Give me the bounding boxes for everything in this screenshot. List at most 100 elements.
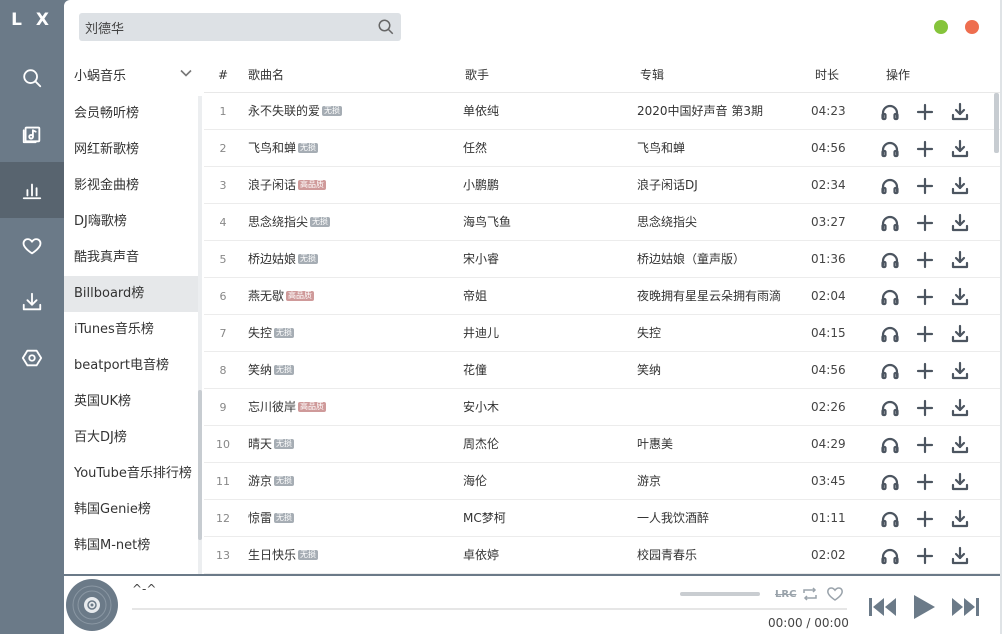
download-button[interactable]: [950, 176, 970, 196]
download-button[interactable]: [950, 287, 970, 307]
add-to-list-button[interactable]: [915, 361, 935, 381]
like-button[interactable]: [826, 586, 844, 602]
previous-button[interactable]: [868, 594, 898, 620]
board-item[interactable]: 英国UK榜: [64, 384, 198, 420]
listen-button[interactable]: [880, 509, 900, 529]
song-row[interactable]: 2 飞鸟和蝉 无损 任然 飞鸟和蝉 04:56: [204, 130, 1000, 167]
add-to-list-button[interactable]: [915, 546, 935, 566]
download-button[interactable]: [950, 361, 970, 381]
listen-button[interactable]: [880, 546, 900, 566]
plus-icon: [916, 510, 934, 528]
song-row[interactable]: 6 燕无歇 高品质 帝姐 夜晚拥有星星云朵拥有雨滴 02:04: [204, 278, 1000, 315]
download-button[interactable]: [950, 324, 970, 344]
next-button[interactable]: [950, 594, 980, 620]
loop-mode-button[interactable]: [801, 586, 819, 602]
song-row[interactable]: 8 笑纳 无损 花僮 笑纳 04:56: [204, 352, 1000, 389]
minimize-button[interactable]: [934, 20, 948, 34]
listen-button[interactable]: [880, 176, 900, 196]
listen-button[interactable]: [880, 435, 900, 455]
table-scrollbar[interactable]: [994, 93, 999, 574]
song-row[interactable]: 9 忘川彼岸 高品质 安小木 02:26: [204, 389, 1000, 426]
board-item[interactable]: iTunes音乐榜: [64, 312, 198, 348]
listen-button[interactable]: [880, 250, 900, 270]
add-to-list-button[interactable]: [915, 435, 935, 455]
download-button[interactable]: [950, 139, 970, 159]
download-button[interactable]: [950, 398, 970, 418]
download-button[interactable]: [950, 509, 970, 529]
board-item[interactable]: 韩国M-net榜: [64, 528, 198, 564]
listen-button[interactable]: [880, 324, 900, 344]
listen-button[interactable]: [880, 139, 900, 159]
listen-button[interactable]: [880, 287, 900, 307]
listen-button[interactable]: [880, 102, 900, 122]
board-item[interactable]: 酷我真声音: [64, 240, 198, 276]
add-to-list-button[interactable]: [915, 287, 935, 307]
board-item[interactable]: 网红新歌榜: [64, 132, 198, 168]
progress-bar[interactable]: [132, 608, 847, 610]
board-scrollbar[interactable]: [198, 96, 202, 574]
add-to-list-button[interactable]: [915, 509, 935, 529]
board-item[interactable]: 韩国Genie榜: [64, 492, 198, 528]
board-item[interactable]: 影视金曲榜: [64, 168, 198, 204]
add-to-list-button[interactable]: [915, 472, 935, 492]
board-scrollbar-thumb[interactable]: [198, 390, 202, 540]
play-button[interactable]: [911, 594, 937, 620]
song-row[interactable]: 7 失控 无损 井迪儿 失控 04:15: [204, 315, 1000, 352]
listen-button[interactable]: [880, 361, 900, 381]
board-item[interactable]: beatport电音榜: [64, 348, 198, 384]
song-row[interactable]: 3 浪子闲话 高品质 小鹏鹏 浪子闲话DJ 02:34: [204, 167, 1000, 204]
nav-favorite[interactable]: [0, 218, 64, 274]
add-to-list-button[interactable]: [915, 102, 935, 122]
nav-download[interactable]: [0, 274, 64, 330]
table-scrollbar-thumb[interactable]: [994, 93, 999, 153]
add-to-list-button[interactable]: [915, 324, 935, 344]
headphones-icon: [881, 326, 899, 343]
nav-search[interactable]: [0, 50, 64, 106]
song-singer: 周杰伦: [463, 437, 500, 451]
download-button[interactable]: [950, 472, 970, 492]
add-to-list-button[interactable]: [915, 213, 935, 233]
song-row[interactable]: 11 游京 无损 海伦 游京 03:45: [204, 463, 1000, 500]
add-to-list-button[interactable]: [915, 139, 935, 159]
listen-button[interactable]: [880, 398, 900, 418]
song-row[interactable]: 4 思念绕指尖 无损 海鸟飞鱼 思念绕指尖 03:27: [204, 204, 1000, 241]
download-icon: [22, 292, 42, 311]
board-item[interactable]: 百大DJ榜: [64, 420, 198, 456]
song-album: 夜晚拥有星星云朵拥有雨滴: [637, 289, 782, 303]
song-row[interactable]: 12 惊雷 无损 MC梦柯 一人我饮酒醉 01:11: [204, 500, 1000, 537]
plus-icon: [916, 177, 934, 195]
song-number: 10: [216, 438, 230, 451]
song-row[interactable]: 1 永不失联的爱 无损 单依纯 2020中国好声音 第3期 04:23: [204, 93, 1000, 130]
add-to-list-button[interactable]: [915, 176, 935, 196]
song-number: 7: [219, 327, 227, 340]
add-to-list-button[interactable]: [915, 250, 935, 270]
add-to-list-button[interactable]: [915, 398, 935, 418]
download-button[interactable]: [950, 435, 970, 455]
song-album: [637, 389, 787, 426]
song-row[interactable]: 13 生日快乐 无损 卓依婷 校园青春乐 02:02: [204, 537, 1000, 574]
search-input[interactable]: [85, 13, 365, 41]
board-item[interactable]: YouTube音乐排行榜: [64, 456, 198, 492]
board-item[interactable]: Billboard榜: [64, 276, 198, 312]
listen-button[interactable]: [880, 472, 900, 492]
headphones-icon: [881, 141, 899, 158]
song-row[interactable]: 5 桥边姑娘 无损 宋小睿 桥边姑娘（童声版） 01:36: [204, 241, 1000, 278]
volume-slider[interactable]: [680, 592, 760, 596]
song-singer: 海伦: [463, 474, 488, 488]
close-button[interactable]: [965, 20, 979, 34]
listen-button[interactable]: [880, 213, 900, 233]
board-item[interactable]: DJ嗨歌榜: [64, 204, 198, 240]
source-dropdown[interactable]: 小蜗音乐: [64, 58, 204, 92]
download-button[interactable]: [950, 213, 970, 233]
song-row[interactable]: 10 晴天 无损 周杰伦 叶惠美 04:29: [204, 426, 1000, 463]
search-button[interactable]: [377, 18, 395, 36]
nav-leaderboard[interactable]: [0, 162, 64, 218]
download-button[interactable]: [950, 546, 970, 566]
download-button[interactable]: [950, 102, 970, 122]
album-disc[interactable]: [66, 579, 118, 631]
nav-settings[interactable]: [0, 330, 64, 386]
lyrics-toggle[interactable]: LRC: [775, 586, 796, 602]
nav-song-list[interactable]: [0, 106, 64, 162]
board-item[interactable]: 会员畅听榜: [64, 96, 198, 132]
download-button[interactable]: [950, 250, 970, 270]
